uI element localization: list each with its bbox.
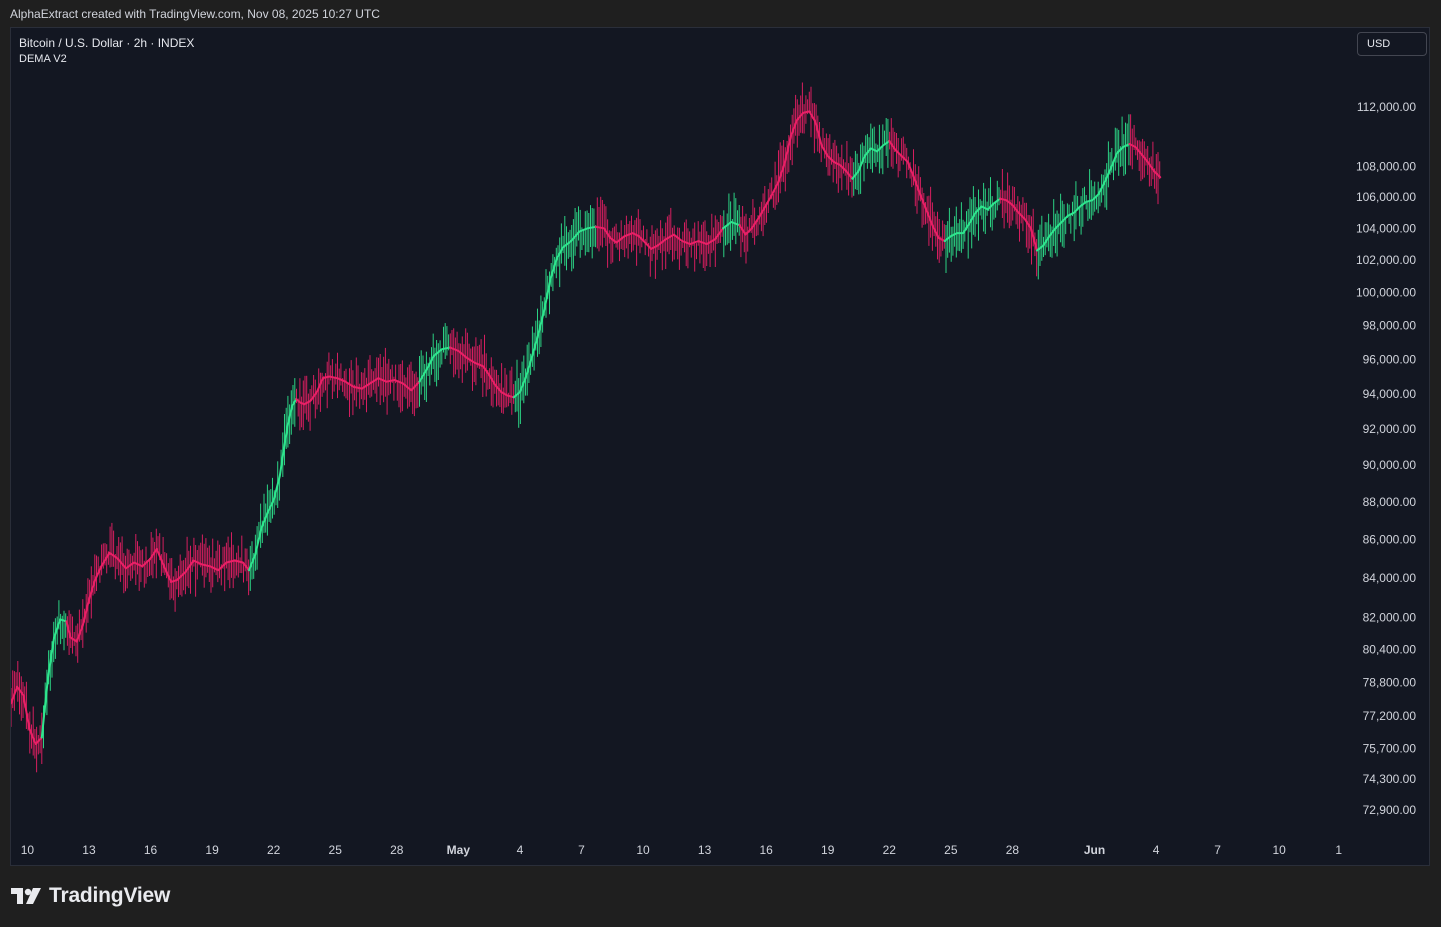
x-tick-label: 7	[578, 843, 585, 857]
x-tick-label: 22	[267, 843, 281, 857]
x-tick-label: 4	[517, 843, 524, 857]
dema-segment-up	[512, 225, 597, 399]
tradingview-logo-icon	[11, 888, 41, 904]
x-tick-label: 25	[944, 843, 958, 857]
y-tick-label: 92,000.00	[1363, 422, 1417, 436]
x-tick-label: 25	[329, 843, 343, 857]
y-tick-label: 100,000.00	[1356, 286, 1416, 300]
y-tick-label: 94,000.00	[1363, 387, 1417, 401]
y-tick-label: 72,900.00	[1363, 803, 1417, 817]
x-tick-label: 28	[1006, 843, 1020, 857]
y-tick-label: 80,400.00	[1363, 643, 1417, 657]
brand-name: TradingView	[49, 884, 171, 907]
x-tick-label: 10	[21, 843, 35, 857]
y-tick-label: 88,000.00	[1363, 495, 1417, 509]
y-tick-label: 98,000.00	[1363, 319, 1417, 333]
x-tick-label: 1	[1335, 843, 1342, 857]
y-tick-label: 78,800.00	[1363, 676, 1417, 690]
price-chart[interactable]: 112,000.00 108,000.00 106,000.00 104,000.00…	[11, 28, 1429, 865]
x-tick-label: 16	[759, 843, 773, 857]
x-tick-label: 19	[821, 843, 835, 857]
y-tick-label: 74,300.00	[1363, 772, 1417, 786]
symbol-title[interactable]: Bitcoin / U.S. Dollar · 2h · INDEX	[19, 36, 194, 50]
time-axis[interactable]: 10 13 16 19 22 25 28 May 4 7 10 13 16 19 22 25 28 Jun 4 7 10…	[21, 843, 1343, 857]
x-tick-label: Jun	[1084, 843, 1105, 857]
y-tick-label: 77,200.00	[1363, 709, 1417, 723]
y-tick-label: 75,700.00	[1363, 741, 1417, 755]
x-tick-label: 28	[390, 843, 404, 857]
y-tick-label: 108,000.00	[1356, 160, 1416, 174]
x-tick-label: 10	[636, 843, 650, 857]
y-tick-label: 96,000.00	[1363, 352, 1417, 366]
y-tick-label: 86,000.00	[1363, 532, 1417, 546]
y-tick-label: 82,000.00	[1363, 610, 1417, 624]
tradingview-brand[interactable]: TradingView	[11, 884, 170, 908]
indicator-title[interactable]: DEMA V2	[19, 53, 67, 65]
x-tick-label: 16	[144, 843, 158, 857]
price-axis[interactable]: 112,000.00 108,000.00 106,000.00 104,000.00…	[1356, 100, 1416, 817]
y-tick-label: 106,000.00	[1356, 190, 1416, 204]
dema-segment-down	[808, 110, 854, 180]
x-tick-label: 19	[205, 843, 219, 857]
chart-panel[interactable]: 112,000.00 108,000.00 106,000.00 104,000.00…	[10, 27, 1430, 866]
y-tick-label: 84,000.00	[1363, 571, 1417, 585]
dema-segment-down	[65, 548, 250, 643]
price-bars	[11, 82, 1161, 773]
y-tick-label: 112,000.00	[1357, 100, 1416, 114]
x-tick-label: 10	[1272, 843, 1286, 857]
dema-line	[11, 110, 1162, 745]
currency-button[interactable]: USD	[1357, 32, 1427, 56]
currency-label: USD	[1367, 38, 1391, 50]
y-tick-label: 102,000.00	[1356, 253, 1416, 267]
y-tick-label: 104,000.00	[1356, 221, 1416, 235]
x-tick-label: 22	[883, 843, 897, 857]
x-tick-label: May	[447, 843, 471, 857]
y-tick-label: 90,000.00	[1363, 458, 1417, 472]
x-tick-label: 13	[82, 843, 96, 857]
x-tick-label: 13	[698, 843, 712, 857]
x-tick-label: 7	[1214, 843, 1221, 857]
chart-credit: AlphaExtract created with TradingView.co…	[10, 7, 380, 21]
x-tick-label: 4	[1153, 843, 1160, 857]
dema-segment-down	[449, 346, 515, 399]
